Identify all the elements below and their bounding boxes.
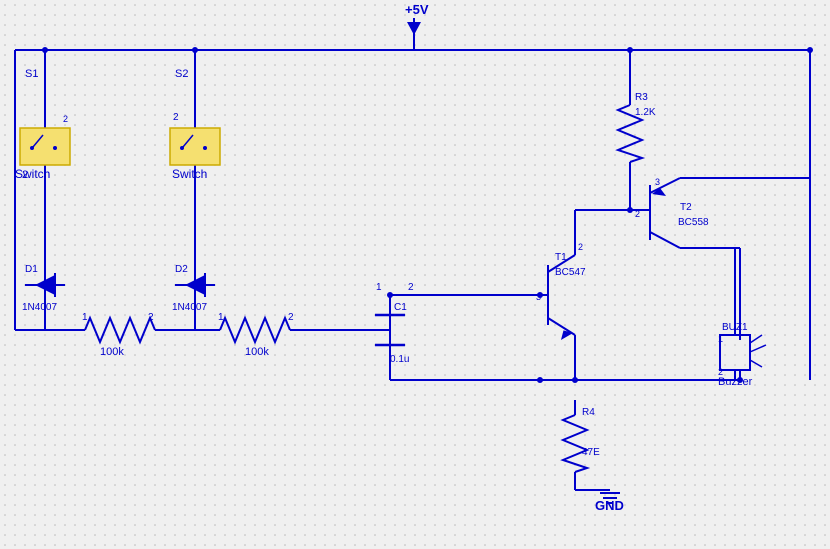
r4-value: 47E [582,447,600,458]
t2-type: BC558 [678,217,709,228]
t1-pin3: 3 [536,292,541,302]
t1-pin2: 2 [578,242,583,252]
r1-pin2: 2 [148,312,154,323]
r1-id: 1 [82,312,88,323]
r2-value: 100k [245,346,269,358]
s2-pin2: 2 [173,112,179,123]
buz1-pin2: 2 [718,367,723,377]
t2-pin3: 3 [655,177,660,187]
s1-switch-label: Switch [15,167,50,181]
s2-id: S2 [175,68,188,80]
c1-pin1: 1 [376,282,382,293]
r1-value: 100k [100,346,124,358]
vcc-label: +5V [405,2,429,17]
t2-id: T2 [680,202,692,213]
t2-pin2: 2 [635,209,640,219]
c1-pin2: 2 [408,282,414,293]
gnd-label: GND [595,498,624,513]
r3-id: R3 [635,92,648,103]
c1-id: C1 [394,302,407,313]
d2-id: D2 [175,264,188,275]
c1-value: 0.1u [390,354,409,365]
r3-value: 1.2K [635,107,656,118]
s1-pin2-top: 2 [63,114,68,124]
buz1-pin1: 1 [718,334,723,344]
schematic-canvas: +5V GND S1 2 Switch S2 Switch 2 D1 1N400… [0,0,830,549]
d1-id: D1 [25,264,38,275]
r2-pin2: 2 [288,312,294,323]
d1-label: 1N4007 [22,302,57,313]
buz1-label: Buzzer [718,376,753,388]
t1-type: BC547 [555,267,586,278]
t1-id: T1 [555,252,567,263]
r4-id: R4 [582,407,595,418]
r2-id: 1 [218,312,224,323]
buz1-id: BUZ1 [722,322,748,333]
s2-switch-label: Switch [172,167,207,181]
s1-id: S1 [25,68,38,80]
d2-label: 1N4007 [172,302,207,313]
